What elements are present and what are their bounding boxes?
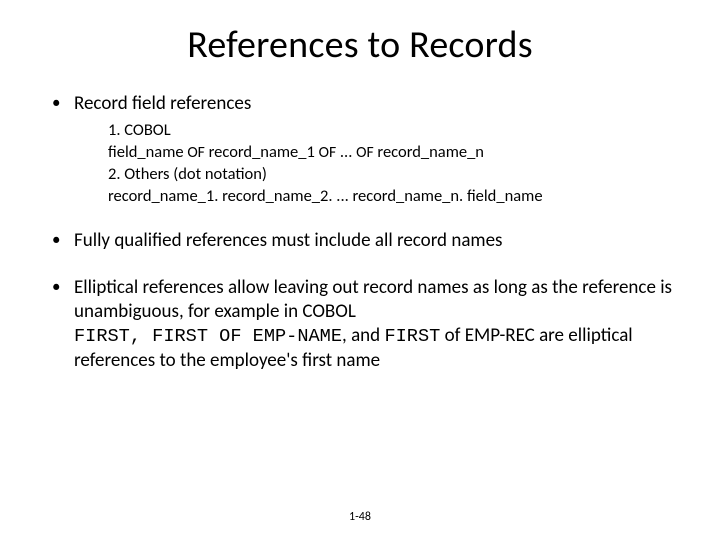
slide: References to Records Record field refer… <box>0 0 720 540</box>
code-span: FIRST, FIRST OF EMP-NAME <box>74 325 342 347</box>
keyword-of: OF <box>187 143 205 162</box>
sub-line: field_name OF record_name_1 OF ... OF re… <box>108 142 680 164</box>
slide-title: References to Records <box>40 22 680 68</box>
bullet-text: Elliptical references allow leaving out … <box>74 276 672 323</box>
page-number: 1-48 <box>0 510 720 524</box>
text: ... <box>336 142 356 162</box>
bullet-sub: 1. COBOL field_name OF record_name_1 OF … <box>74 120 680 207</box>
bullet-head: Record field references <box>74 92 251 115</box>
text: field_name <box>108 142 187 162</box>
bullet-list: Record field references 1. COBOL field_n… <box>40 92 680 373</box>
sub-line: record_name_1. record_name_2. ... record… <box>108 186 680 208</box>
sub-line: 1. COBOL <box>108 120 680 142</box>
keyword-of: OF <box>319 143 337 162</box>
bullet-item: Record field references 1. COBOL field_n… <box>40 92 680 207</box>
bullet-text: Fully qualified references must include … <box>74 229 502 252</box>
bullet-item: Fully qualified references must include … <box>40 229 680 253</box>
bullet-item: Elliptical references allow leaving out … <box>40 276 680 374</box>
sub-line: 2. Others (dot notation) <box>108 164 680 186</box>
text: record_name_n <box>374 142 484 162</box>
text: record_name_1 <box>205 142 319 162</box>
keyword-of: OF <box>356 143 374 162</box>
text: , and <box>342 324 384 347</box>
code-span: FIRST <box>384 325 440 347</box>
